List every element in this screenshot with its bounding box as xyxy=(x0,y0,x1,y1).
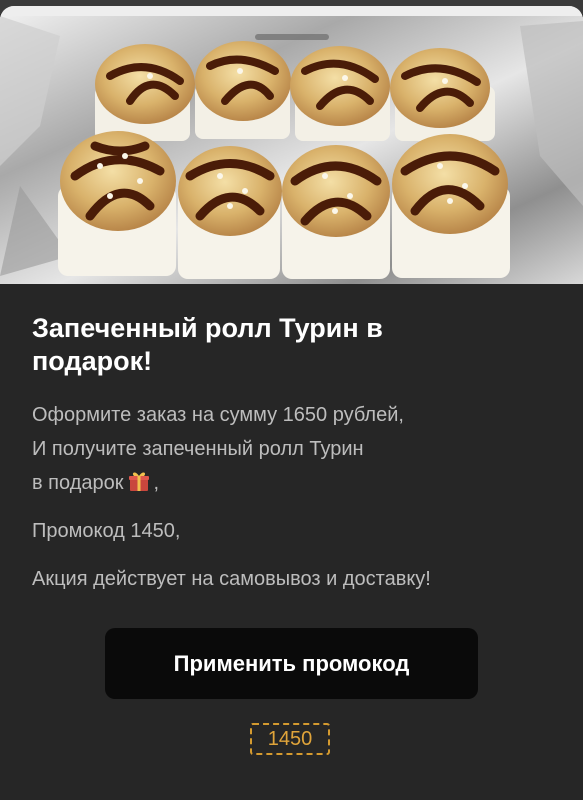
promo-code-chip[interactable]: 1450 xyxy=(250,723,330,755)
apply-promo-button[interactable]: Применить промокод xyxy=(105,628,478,699)
gift-icon xyxy=(127,469,151,493)
promo-text-line-3-label: в подарок xyxy=(32,472,124,494)
promo-content: Запеченный ролл Турин в подарок! Оформит… xyxy=(32,312,552,596)
promo-validity-line: Акция действует на самовывоз и доставку! xyxy=(32,568,431,590)
promo-description: Оформите заказ на сумму 1650 рублей, И п… xyxy=(32,398,552,596)
promo-text-line-1: Оформите заказ на сумму 1650 рублей, xyxy=(32,404,404,426)
promo-title: Запеченный ролл Турин в подарок! xyxy=(32,313,383,376)
sushi-rolls-illustration xyxy=(0,6,583,284)
promo-text-line-3-suffix: , xyxy=(153,472,160,494)
promo-text-line-2: И получите запеченный ролл Турин xyxy=(32,438,364,460)
promo-photo xyxy=(0,6,583,284)
promo-text-line-3: в подарок, xyxy=(32,466,552,500)
sheet-grabber-handle[interactable] xyxy=(255,34,329,40)
promo-code-line: Промокод 1450, xyxy=(32,520,181,542)
